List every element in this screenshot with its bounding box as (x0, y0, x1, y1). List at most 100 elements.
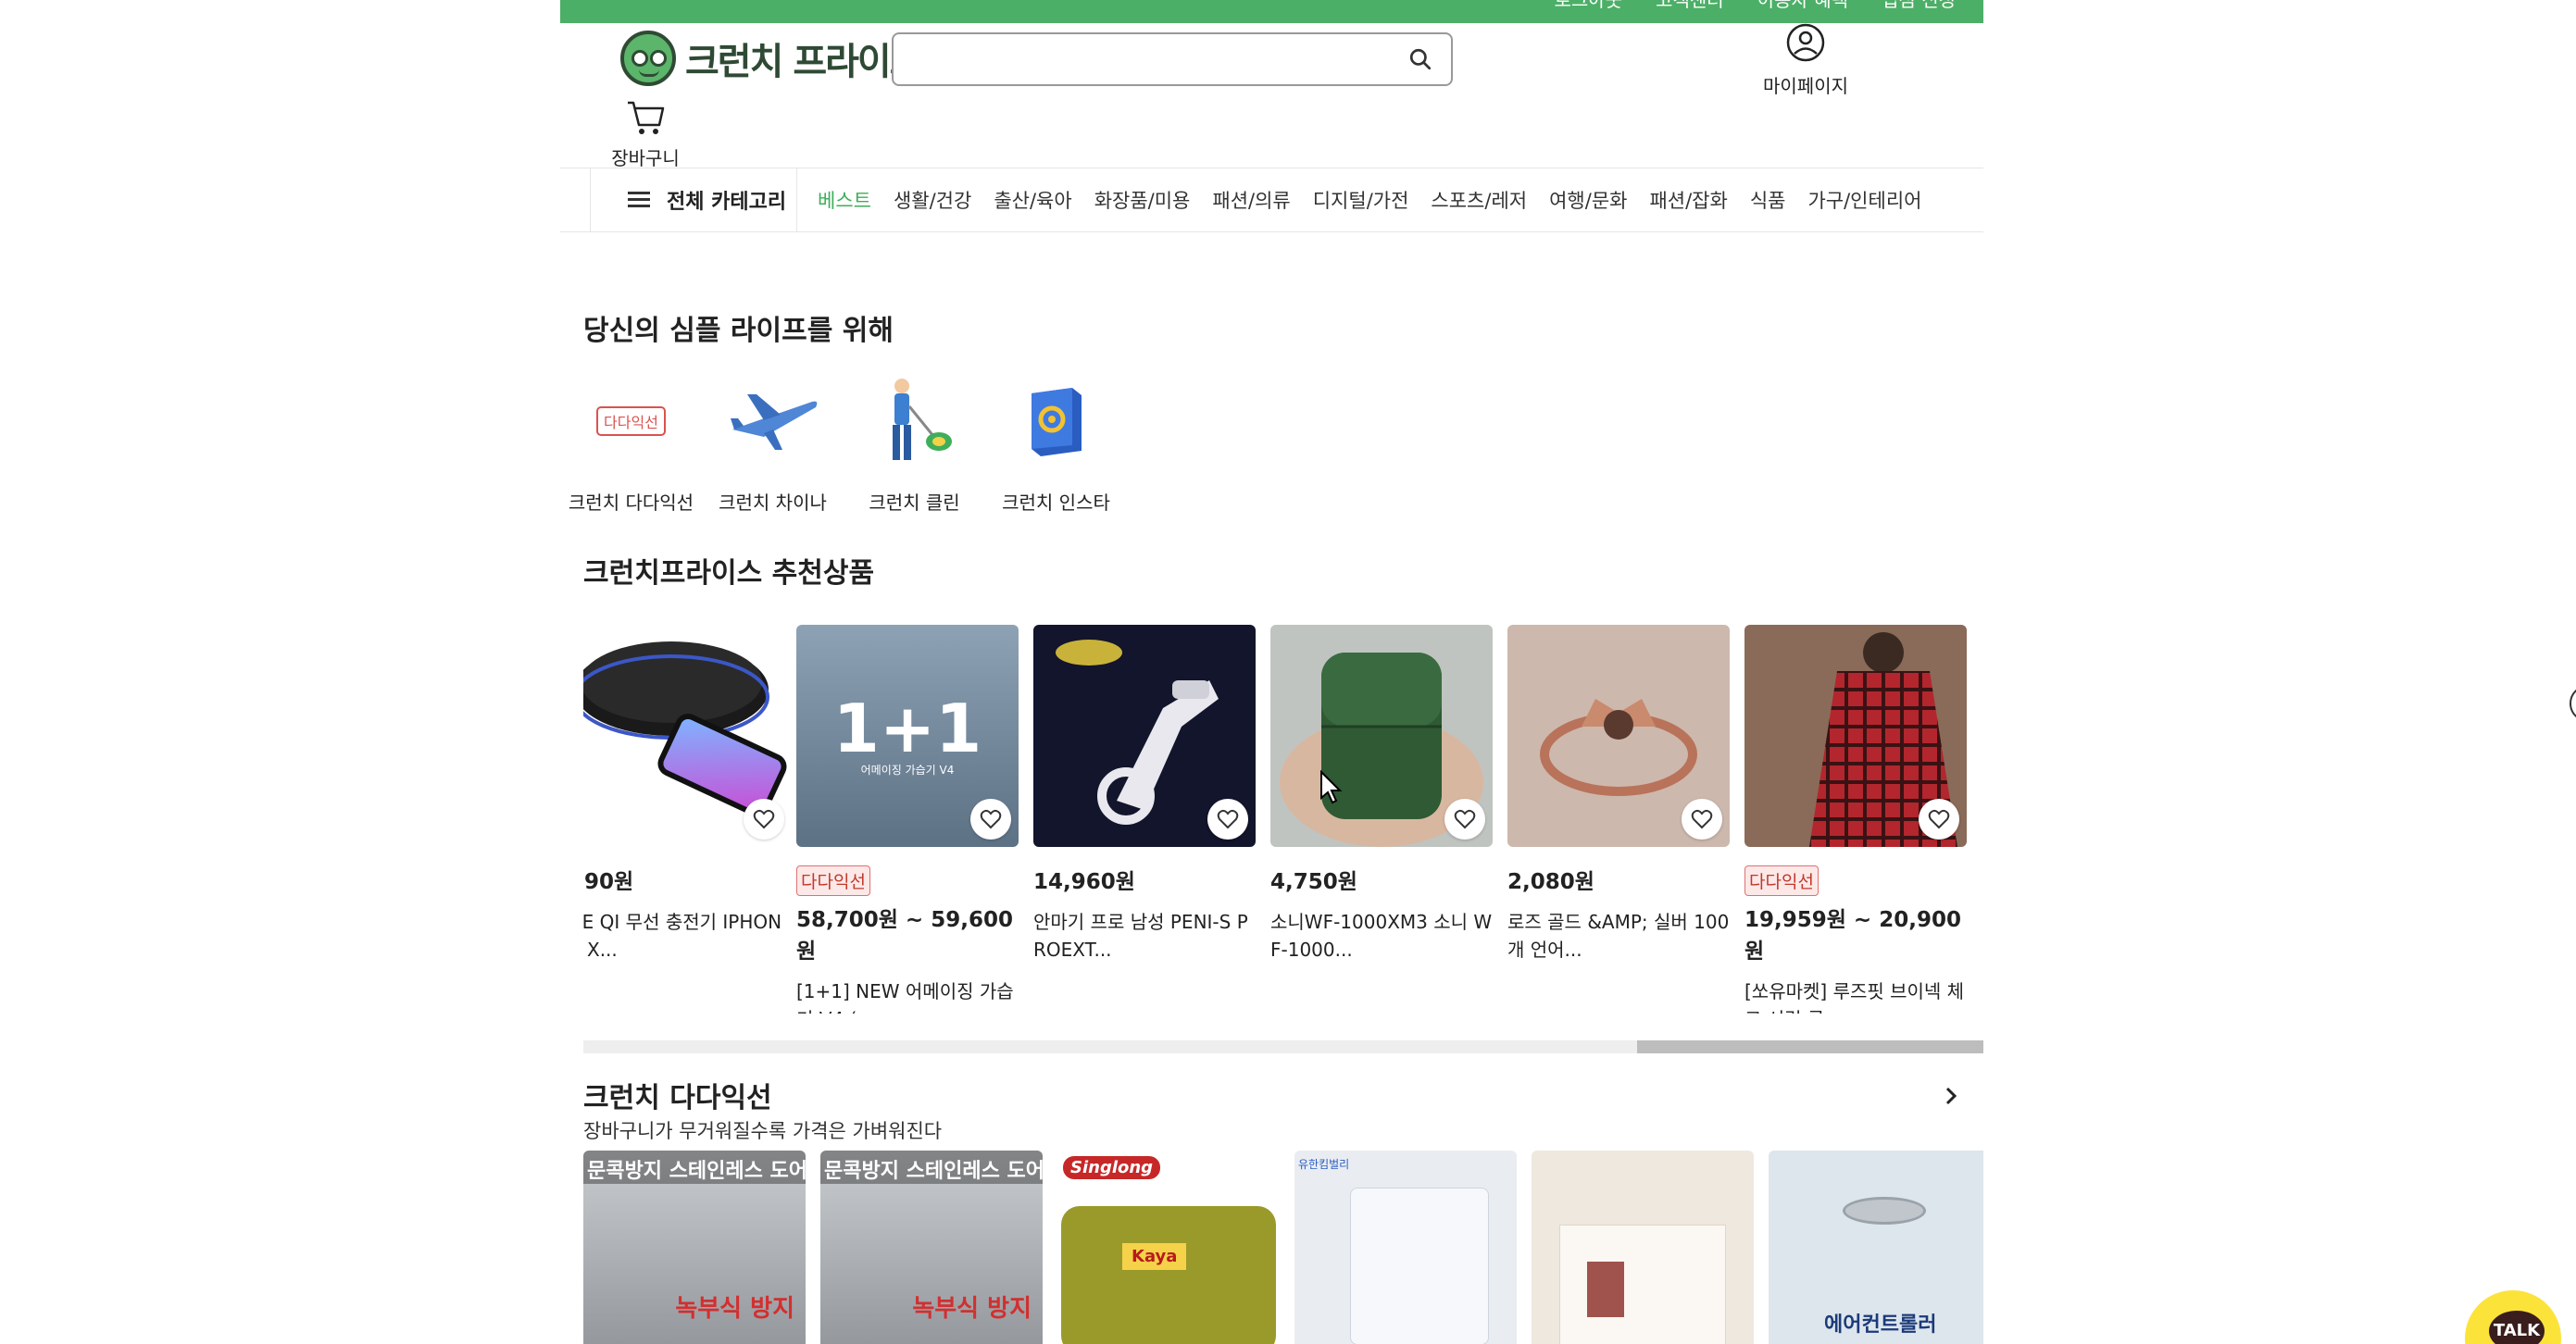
chevron-right-icon[interactable] (1940, 1085, 1962, 1107)
category-baby[interactable]: 출산/육아 (994, 186, 1071, 214)
category-living-health[interactable]: 생활/건강 (894, 186, 971, 214)
shortcut-list: 다다익선 크런치 다다익선 크런치 차이나 크런치 클린 크런치 인스타 (560, 375, 1127, 515)
top-link-support[interactable]: 고객센터 (1656, 0, 1724, 9)
logo-text: 크런치 프라이스 (685, 41, 924, 83)
side-widget[interactable] (2570, 685, 2576, 722)
shortcut-clean[interactable]: 크런치 클린 (844, 375, 985, 515)
product-card[interactable]: 4,750원 소니WF-1000XM3 소니 WF-1000... (1270, 625, 1493, 964)
cart-link[interactable]: 장바구니 (608, 97, 682, 170)
heart-icon[interactable] (1444, 799, 1485, 840)
category-travel[interactable]: 여행/문화 (1549, 186, 1627, 214)
category-furniture[interactable]: 가구/인테리어 (1807, 186, 1921, 214)
search-icon[interactable] (1408, 47, 1432, 71)
heart-icon[interactable] (1682, 799, 1722, 840)
product-name[interactable]: 소니WF-1000XM3 소니 WF-1000... (1270, 908, 1493, 964)
product-card[interactable]: 문콕방지 스테인레스 도어가드 녹부식 방지 (820, 1151, 1043, 1344)
product-name[interactable]: [쏘유마켓] 루즈핏 브이넥 체크 셔링 롱 ... (1744, 977, 1967, 1014)
heart-icon[interactable] (744, 799, 784, 840)
product-card[interactable]: 14,960원 안마기 프로 남성 PENI-S PROEXT... (1033, 625, 1256, 964)
shortcut-dadaikseon[interactable]: 다다익선 크런치 다다익선 (560, 375, 702, 515)
product-price: 4,750원 (1270, 870, 1357, 894)
dadaikseon-badge-icon: 다다익선 (585, 375, 678, 467)
simple-life-title: 당신의 심플 라이프를 위해 (583, 315, 894, 347)
all-categories-button[interactable]: 전체 카테고리 (590, 168, 797, 231)
recommended-carousel[interactable]: 590원 AE QI 무선 충전기 IPHONE X... 1+1 어메이징 가… (583, 625, 1983, 1014)
dadaikseon-badge: 다다익선 (1744, 865, 1819, 896)
site-logo[interactable]: 크런치 프라이스 (620, 31, 924, 86)
top-link-benefits[interactable]: 이용자 혜택 (1757, 0, 1848, 9)
dadaikseon-title: 크런치 다다익선 (583, 1082, 772, 1114)
product-card[interactable] (1532, 1151, 1754, 1344)
top-link-logout[interactable]: 로그아웃 (1554, 0, 1622, 9)
category-digital[interactable]: 디지털/가전 (1313, 186, 1409, 214)
shortcut-insta[interactable]: 크런치 인스타 (985, 375, 1127, 515)
product-name[interactable]: AE QI 무선 충전기 IPHONE X... (583, 908, 792, 964)
dadaikseon-carousel[interactable]: 문콕방지 스테인레스 도어가드 녹부식 방지 문콕방지 스테인레스 도어가드 녹… (583, 1151, 1983, 1344)
mypage-link[interactable]: 마이페이지 (1755, 23, 1857, 98)
shortcut-label: 크런치 차이나 (719, 492, 827, 514)
product-card[interactable]: 590원 AE QI 무선 충전기 IPHONE X... (583, 625, 792, 964)
product-image-subtext: 어메이징 가습기 V4 (860, 764, 955, 777)
product-image[interactable] (583, 625, 792, 847)
search-box (892, 32, 1453, 86)
category-beauty[interactable]: 화장품/미용 (1094, 186, 1191, 214)
product-card[interactable]: 유한킴벌리 (1294, 1151, 1517, 1344)
product-banner: 문콕방지 스테인레스 도어가드 (587, 1160, 806, 1183)
shortcut-label: 크런치 인스타 (1002, 492, 1110, 514)
product-image-text: 1+1 (832, 690, 982, 767)
product-tag: 녹부식 방지 (912, 1295, 1032, 1323)
category-fashion-goods[interactable]: 패션/잡화 (1649, 186, 1727, 214)
carousel-scrollbar[interactable] (583, 1040, 1983, 1053)
shortcut-china[interactable]: 크런치 차이나 (702, 375, 844, 515)
all-categories-label: 전체 카테고리 (667, 191, 787, 214)
talk-label: TALK (2489, 1311, 2545, 1344)
cart-icon (628, 101, 665, 134)
shortcut-label: 크런치 다다익선 (568, 492, 694, 514)
product-card[interactable]: 다다익선 19,959원 ~ 20,900원 [쏘유마켓] 루즈핏 브이넥 체크… (1744, 625, 1967, 1014)
product-card[interactable]: 에어컨트롤러 (1769, 1151, 1983, 1344)
product-label: 에어컨트롤러 (1824, 1313, 1937, 1337)
product-card[interactable]: 2,080원 로즈 골드 &AMP; 실버 100개 언어... (1507, 625, 1730, 964)
product-image[interactable] (1033, 625, 1256, 847)
scrollbar-thumb[interactable] (1637, 1040, 1983, 1053)
product-name[interactable]: 안마기 프로 남성 PENI-S PROEXT... (1033, 908, 1256, 964)
top-bar: 로그아웃 고객센터 이용자 혜택 입점 신청 (560, 0, 1983, 23)
product-price: 590원 (583, 870, 634, 894)
heart-icon[interactable] (1207, 799, 1248, 840)
top-link-partner[interactable]: 입점 신청 (1882, 0, 1956, 9)
heart-icon[interactable] (1919, 799, 1959, 840)
product-image[interactable] (1744, 625, 1967, 847)
product-card[interactable]: 1+1 어메이징 가습기 V4 다다익선 58,700원 ~ 59,600원 [… (796, 625, 1019, 1014)
product-brand: Singlong (1063, 1156, 1161, 1179)
recommended-title: 크런치프라이스 추천상품 (583, 557, 875, 590)
product-price: 14,960원 (1033, 870, 1135, 894)
product-price: 2,080원 (1507, 870, 1594, 894)
category-sports[interactable]: 스포츠/레저 (1431, 186, 1527, 214)
category-food[interactable]: 식품 (1750, 186, 1786, 214)
category-best[interactable]: 베스트 (818, 186, 871, 214)
product-price: 58,700원 ~ 59,600원 (796, 908, 1013, 964)
header: 크런치 프라이스 마이페이지 장바구니 (560, 23, 1983, 170)
category-list: 베스트 생활/건강 출산/육아 화장품/미용 패션/의류 디지털/가전 스포츠/… (818, 168, 1921, 231)
product-label: Kaya (1122, 1243, 1187, 1270)
airplane-icon (727, 375, 819, 467)
category-fashion-clothing[interactable]: 패션/의류 (1212, 186, 1290, 214)
product-name[interactable]: 로즈 골드 &AMP; 실버 100개 언어... (1507, 908, 1730, 964)
dadaikseon-badge: 다다익선 (796, 865, 870, 896)
heart-icon[interactable] (970, 799, 1011, 840)
kakao-talk-button[interactable]: TALK (2465, 1290, 2561, 1344)
product-brand: 유한킴벌리 (1298, 1158, 1350, 1171)
product-image[interactable] (1507, 625, 1730, 847)
mypage-label: 마이페이지 (1763, 75, 1848, 97)
mouse-cursor-icon (1320, 770, 1343, 804)
product-tag: 녹부식 방지 (675, 1295, 794, 1323)
shortcut-label: 크런치 클린 (869, 492, 960, 514)
product-image[interactable] (1270, 625, 1493, 847)
search-input[interactable] (903, 42, 1394, 77)
product-card[interactable]: Singlong Kaya (1057, 1151, 1280, 1344)
product-image[interactable]: 1+1 어메이징 가습기 V4 (796, 625, 1019, 847)
product-price: 19,959원 ~ 20,900원 (1744, 908, 1961, 964)
product-card[interactable]: 문콕방지 스테인레스 도어가드 녹부식 방지 (583, 1151, 806, 1344)
mascot-icon (620, 31, 676, 86)
product-name[interactable]: [1+1] NEW 어메이징 가습기 V4 (... (796, 977, 1019, 1014)
